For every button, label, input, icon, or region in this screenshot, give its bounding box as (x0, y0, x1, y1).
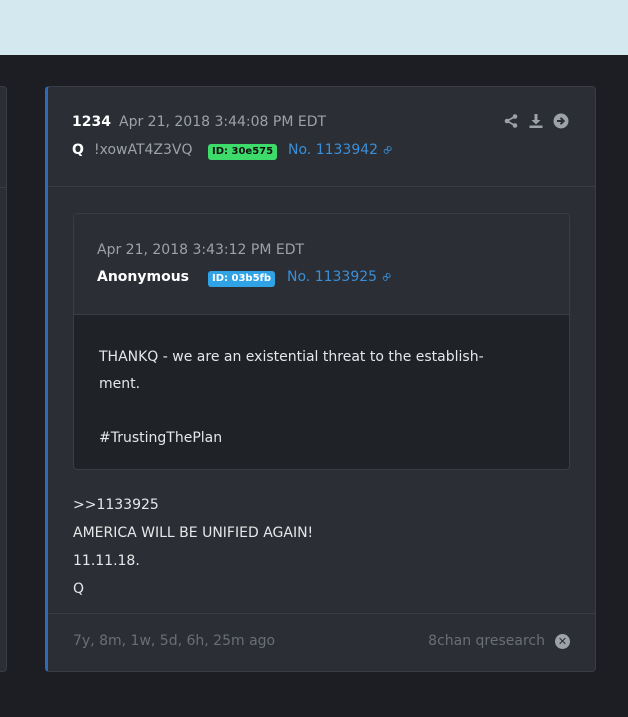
post-author: Q (72, 142, 84, 158)
quoted-post-body: THANKQ - we are an existential threat to… (99, 344, 539, 452)
quoted-post-header: Apr 21, 2018 3:43:12 PM EDT Anonymous ID… (74, 214, 569, 315)
tripcode: !xowAT4Z3VQ (94, 142, 193, 158)
previous-card-edge (0, 86, 7, 672)
quoted-post-link-text[interactable]: No. 1133925 (287, 269, 377, 285)
link-icon[interactable]: ∞ (378, 140, 398, 160)
post-header: 1234 Apr 21, 2018 3:44:08 PM EDT Q !xowA… (48, 87, 595, 187)
download-icon[interactable] (528, 113, 544, 129)
quoted-line: ment. (99, 376, 141, 392)
body-line: Q (73, 581, 85, 597)
quoted-id-badge: ID: 03b5fb (208, 271, 276, 287)
post-card: 1234 Apr 21, 2018 3:44:08 PM EDT Q !xowA… (45, 86, 596, 672)
quoted-line: THANKQ - we are an existential threat to… (99, 349, 484, 365)
quoted-post-link[interactable]: No. 1133925∞ (287, 267, 397, 287)
id-badge: ID: 30e575 (208, 144, 278, 160)
body-line: 11.11.18. (73, 553, 140, 569)
post-footer: 7y, 8m, 1w, 5d, 6h, 25m ago 8chan qresea… (48, 613, 595, 671)
close-circle-icon[interactable]: ✕ (555, 634, 570, 649)
quoted-post-date: Apr 21, 2018 3:43:12 PM EDT (97, 242, 305, 258)
quoted-post: Apr 21, 2018 3:43:12 PM EDT Anonymous ID… (73, 213, 570, 470)
post-number: 1234 (72, 114, 111, 130)
top-bar (0, 0, 628, 55)
post-body: >>1133925 AMERICA WILL BE UNIFIED AGAIN!… (73, 491, 313, 603)
link-icon[interactable]: ∞ (377, 267, 397, 287)
post-age: 7y, 8m, 1w, 5d, 6h, 25m ago (73, 633, 276, 649)
post-date: Apr 21, 2018 3:44:08 PM EDT (119, 114, 327, 130)
body-line: AMERICA WILL BE UNIFIED AGAIN! (73, 525, 314, 541)
post-link[interactable]: No. 1133942∞ (288, 140, 398, 160)
post-link-text[interactable]: No. 1133942 (288, 142, 378, 158)
quoted-line: #TrustingThePlan (99, 430, 223, 446)
share-icon[interactable] (503, 113, 519, 129)
quoted-post-author: Anonymous (97, 269, 190, 285)
post-source: 8chan qresearch (428, 633, 545, 649)
reply-reference[interactable]: >>1133925 (73, 491, 313, 519)
divider (0, 187, 6, 188)
arrow-right-circle-icon[interactable] (553, 113, 569, 129)
post-actions (503, 113, 569, 129)
